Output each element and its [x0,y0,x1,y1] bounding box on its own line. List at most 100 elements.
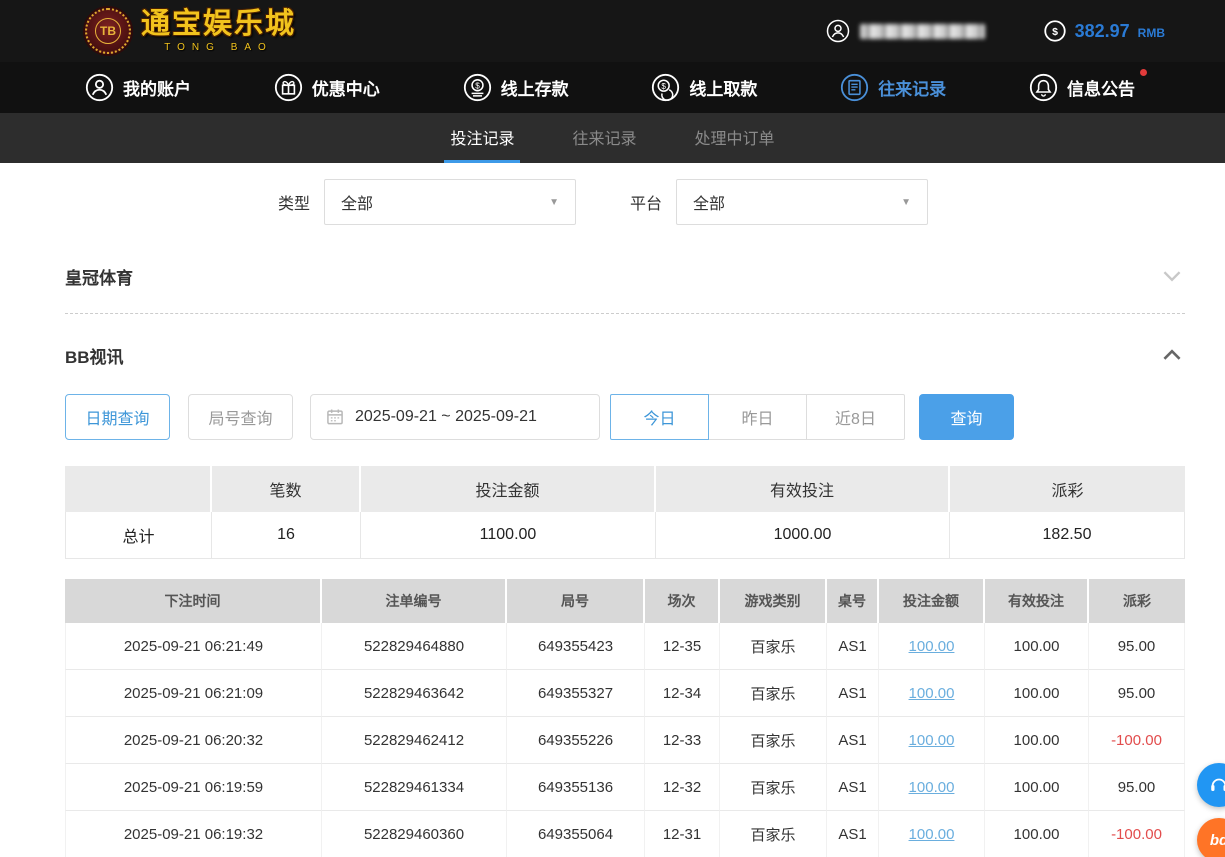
balance-amount: 382.97 [1074,20,1130,41]
cell-valid_bet: 100.00 [985,623,1089,670]
svg-text:$: $ [1052,26,1058,38]
cell-bet_amount[interactable]: 100.00 [879,764,985,811]
cell-table_no: AS1 [827,623,879,670]
header-session: 场次 [645,579,720,623]
cell-bet_time: 2025-09-21 06:19:32 [65,811,322,857]
header-valid-bet: 有效投注 [985,579,1089,623]
bet-amount-link[interactable]: 100.00 [909,732,955,749]
cell-bet_amount[interactable]: 100.00 [879,717,985,764]
header-balance[interactable]: $ 382.97 RMB [1043,19,1165,43]
cell-session: 12-31 [645,811,720,857]
date-range-input[interactable]: 2025-09-21 ~ 2025-09-21 [310,394,600,440]
cell-bet_time: 2025-09-21 06:21:09 [65,670,322,717]
bet-table-row: 2025-09-21 06:19:59 522829461334 649355136… [65,764,1185,811]
tab-bet-records[interactable]: 投注记录 [444,113,521,163]
site-logo[interactable]: TB 通宝娱乐城 TONG BAO [85,8,296,54]
round-query-button[interactable]: 局号查询 [188,394,293,440]
date-range-value: 2025-09-21 ~ 2025-09-21 [355,408,537,425]
chevron-up-icon[interactable] [1159,342,1185,368]
user-name-blurred [859,23,985,39]
platform-filter-label: 平台 [630,196,663,213]
summary-header-payout: 派彩 [950,466,1185,512]
dollar-coin-icon: $ [1043,19,1067,43]
cell-game_type: 百家乐 [720,764,827,811]
tab-processing-orders[interactable]: 处理中订单 [689,113,781,163]
header-payout: 派彩 [1089,579,1185,623]
bet-table-row: 2025-09-21 06:21:09 522829463642 649355327… [65,670,1185,717]
nav-item-my-account[interactable]: 我的账户 [85,73,191,102]
cell-table_no: AS1 [827,764,879,811]
site-title: 通宝娱乐城 [141,7,297,40]
filter-row: 类型 全部 ▼ 平台 全部 ▼ [65,179,1185,225]
section-bb-video: BB视讯 [65,314,1185,382]
bet-table-body: 2025-09-21 06:21:49 522829464880 649355423… [65,623,1185,857]
summary-bet-amount-value: 1100.00 [361,512,656,559]
summary-count-value: 16 [212,512,361,559]
calendar-icon [325,407,345,427]
type-select-value: 全部 [341,196,374,213]
user-icon [826,19,850,43]
date-query-button[interactable]: 日期查询 [65,394,170,440]
cell-valid_bet: 100.00 [985,764,1089,811]
cell-game_type: 百家乐 [720,717,827,764]
cell-bet_amount[interactable]: 100.00 [879,811,985,857]
bet-amount-link[interactable]: 100.00 [909,826,955,843]
platform-select-value: 全部 [693,196,726,213]
nav-item-promotions[interactable]: 优惠中心 [274,73,380,102]
content: 类型 全部 ▼ 平台 全部 ▼ 皇冠体育 BB视讯 日期查询 局号查询 2025… [0,179,1225,857]
cell-bet_amount[interactable]: 100.00 [879,670,985,717]
cell-bet_amount[interactable]: 100.00 [879,623,985,670]
cell-bet_id: 522829461334 [322,764,507,811]
header-bet-time: 下注时间 [65,579,322,623]
bet-amount-link[interactable]: 100.00 [909,638,955,655]
tab-transaction-records[interactable]: 往来记录 [566,113,642,163]
site-subtitle: TONG BAO [164,41,273,53]
type-select[interactable]: 全部 ▼ [324,179,577,225]
bet-amount-link[interactable]: 100.00 [909,685,955,702]
summary-table: 笔数 投注金额 有效投注 派彩 总计 16 1100.00 1000.00 18… [65,466,1185,559]
summary-valid-bet-value: 1000.00 [656,512,950,559]
cell-round_no: 649355226 [507,717,645,764]
bet-table-header-row: 下注时间 注单编号 局号 场次 游戏类别 桌号 投注金额 有效投注 派彩 [65,579,1185,623]
cell-table_no: AS1 [827,717,879,764]
quick-date-group: 今日 昨日 近8日 [610,394,905,440]
nav-item-records[interactable]: 往来记录 [840,73,946,102]
gift-icon [274,73,303,102]
header-user-area[interactable] [826,19,985,43]
withdraw-coin-icon: $ [651,73,680,102]
cell-game_type: 百家乐 [720,670,827,717]
nav-item-withdraw[interactable]: $ 线上取款 [651,73,757,102]
cell-payout: 95.00 [1089,670,1185,717]
platform-select[interactable]: 全部 ▼ [676,179,929,225]
nav-label: 信息公告 [1066,80,1135,99]
cell-payout: -100.00 [1089,717,1185,764]
chevron-down-icon[interactable] [1159,263,1185,289]
cell-round_no: 649355136 [507,764,645,811]
header-round-no: 局号 [507,579,645,623]
summary-header-blank [65,466,212,512]
cell-session: 12-35 [645,623,720,670]
query-row: 日期查询 局号查询 2025-09-21 ~ 2025-09-21 今日 昨日 … [65,394,1185,440]
yesterday-button[interactable]: 昨日 [708,394,807,440]
today-button[interactable]: 今日 [610,394,709,440]
nav-item-announcements[interactable]: 信息公告 [1029,69,1147,102]
nav-item-deposit[interactable]: $ 线上存款 [463,73,569,102]
cell-round_no: 649355064 [507,811,645,857]
search-button[interactable]: 查询 [919,394,1014,440]
header-bet-amount: 投注金额 [879,579,985,623]
balance-currency: RMB [1137,25,1165,40]
header-bet-id: 注单编号 [322,579,507,623]
cell-round_no: 649355423 [507,623,645,670]
bet-table-row: 2025-09-21 06:20:32 522829462412 649355226… [65,717,1185,764]
cell-payout: -100.00 [1089,811,1185,857]
summary-total-label: 总计 [65,512,212,559]
records-document-icon [840,73,869,102]
cell-table_no: AS1 [827,670,879,717]
nav-label: 线上取款 [689,80,758,99]
cell-game_type: 百家乐 [720,811,827,857]
cell-valid_bet: 100.00 [985,717,1089,764]
cell-game_type: 百家乐 [720,623,827,670]
bet-amount-link[interactable]: 100.00 [909,779,955,796]
last-8-days-button[interactable]: 近8日 [806,394,905,440]
account-icon [85,73,114,102]
